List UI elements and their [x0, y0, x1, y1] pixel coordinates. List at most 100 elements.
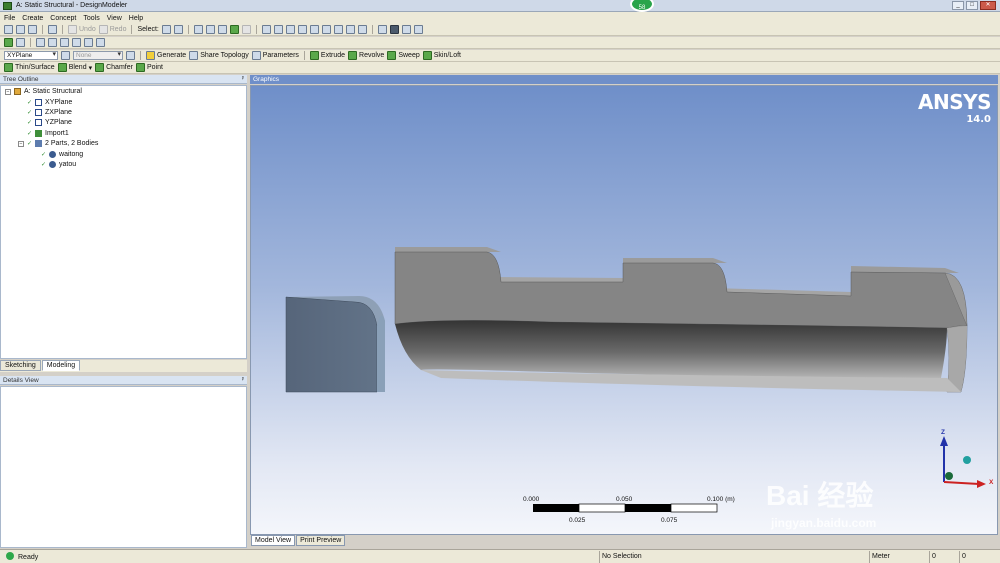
share-topology-button[interactable]: Share Topology: [189, 51, 249, 60]
sketch-select[interactable]: None: [73, 51, 123, 60]
save-as-icon[interactable]: [28, 25, 37, 34]
details-view: [0, 386, 247, 548]
tree-item-body-yatou[interactable]: ✓ yatou: [41, 161, 76, 168]
import-icon: [35, 130, 43, 137]
chamfer-icon: [95, 63, 105, 72]
redo-button[interactable]: Redo: [98, 25, 126, 34]
tree-item-body-waitong[interactable]: ✓ waitong: [41, 151, 83, 158]
pan-icon[interactable]: [273, 25, 283, 34]
rotate-icon[interactable]: [261, 25, 271, 34]
parameters-button[interactable]: Parameters: [251, 51, 299, 60]
point-button[interactable]: Point: [135, 63, 163, 72]
magnifier-icon[interactable]: [321, 25, 331, 34]
body-yatou[interactable]: [285, 296, 385, 393]
select-faces-icon[interactable]: [217, 25, 227, 34]
box-select-icon[interactable]: [16, 38, 25, 47]
plane-select[interactable]: XYPlane: [4, 51, 58, 60]
tab-modeling[interactable]: Modeling: [41, 360, 81, 371]
thin-surface-button[interactable]: Thin/Surface: [4, 63, 55, 72]
plane-icon: [35, 119, 43, 126]
tree-item-import1[interactable]: ✓ Import1: [27, 130, 69, 137]
select-filter-icon[interactable]: [173, 25, 183, 34]
plane-from-axis-icon[interactable]: [60, 38, 69, 47]
status-units[interactable]: Meter: [872, 552, 890, 562]
sweep-icon: [387, 51, 397, 60]
next-view-icon[interactable]: [345, 25, 355, 34]
check-icon: ✓: [41, 152, 47, 158]
pin-icon[interactable]: ᵖ: [242, 75, 244, 84]
pin-icon[interactable]: ᵖ: [242, 376, 244, 385]
chamfer-button[interactable]: Chamfer: [95, 63, 133, 72]
body-waitong[interactable]: [394, 247, 968, 393]
axis-triad[interactable]: [940, 436, 986, 488]
minimize-button[interactable]: _: [952, 1, 964, 10]
generate-button[interactable]: Generate: [146, 51, 186, 60]
extrude-button[interactable]: Extrude: [309, 51, 345, 60]
scale-label-100: 0.100 (m): [707, 496, 735, 503]
details-view-header: Details View ᵖ: [0, 376, 247, 385]
app-icon: [3, 1, 12, 10]
new-icon[interactable]: [4, 25, 13, 34]
watermark-logo: Bai 经验: [766, 480, 874, 511]
box-zoom-icon[interactable]: [297, 25, 307, 34]
isometric-icon[interactable]: [357, 25, 367, 34]
menu-view[interactable]: View: [107, 15, 122, 22]
ready-icon: [6, 552, 14, 560]
plane-offset-icon[interactable]: [72, 38, 81, 47]
tab-model-view[interactable]: Model View: [251, 535, 296, 546]
menu-help[interactable]: Help: [129, 15, 143, 22]
status-ready: Ready: [6, 552, 38, 562]
face-color-icon[interactable]: [4, 38, 13, 47]
graphics-viewport[interactable]: ANSYS 14.0 0.000 0.050 0.100 (m) 0.025 0…: [250, 85, 998, 535]
collapse-icon[interactable]: −: [18, 140, 24, 147]
scale-bar: [533, 503, 718, 513]
undo-button[interactable]: Undo: [68, 25, 96, 34]
menu-tools[interactable]: Tools: [83, 15, 99, 22]
extend-selection-icon[interactable]: [241, 25, 251, 34]
menu-concept[interactable]: Concept: [50, 15, 76, 22]
look-at-icon[interactable]: [413, 25, 423, 34]
active-plane-toolbar: [0, 37, 1000, 49]
tab-print-preview[interactable]: Print Preview: [296, 535, 346, 546]
display-model-icon[interactable]: [389, 25, 399, 34]
display-points-icon[interactable]: [401, 25, 411, 34]
model-canvas[interactable]: [251, 86, 998, 535]
select-bodies-icon[interactable]: [229, 25, 239, 34]
lightning-icon: [146, 51, 155, 60]
new-plane-button-icon[interactable]: [61, 51, 70, 60]
revolve-icon: [348, 51, 358, 60]
blend-button[interactable]: Blend ▾: [57, 63, 92, 72]
new-sketch-button-icon[interactable]: [126, 51, 135, 60]
tab-sketching[interactable]: Sketching: [0, 360, 41, 371]
display-plane-icon[interactable]: [377, 25, 387, 34]
tree-item-zxplane[interactable]: ✓ ZXPlane: [27, 109, 72, 116]
status-value-2: 0: [962, 553, 966, 560]
previous-view-icon[interactable]: [333, 25, 343, 34]
new-sketch-icon[interactable]: [96, 38, 105, 47]
tree-item-parts[interactable]: − ✓ 2 Parts, 2 Bodies: [18, 140, 98, 147]
select-edges-icon[interactable]: [205, 25, 215, 34]
revolve-button[interactable]: Revolve: [348, 51, 384, 60]
window-title: A: Static Structural - DesignModeler: [16, 2, 128, 9]
plane-rotate-icon[interactable]: [84, 38, 93, 47]
tree-root[interactable]: − A: Static Structural: [5, 88, 82, 95]
menu-create[interactable]: Create: [22, 15, 43, 22]
zoom-fit-icon[interactable]: [309, 25, 319, 34]
thin-surface-icon: [4, 63, 13, 72]
menu-file[interactable]: File: [4, 15, 15, 22]
screenshot-icon[interactable]: [48, 25, 57, 34]
zoom-icon[interactable]: [285, 25, 295, 34]
select-points-icon[interactable]: [193, 25, 203, 34]
save-icon[interactable]: [16, 25, 25, 34]
maximize-button[interactable]: □: [966, 1, 978, 10]
close-button[interactable]: ✕: [980, 1, 996, 10]
collapse-icon[interactable]: −: [5, 88, 11, 95]
tree-item-yzplane[interactable]: ✓ YZPlane: [27, 119, 72, 126]
new-plane-icon[interactable]: [36, 38, 45, 47]
select-mode-icon[interactable]: [161, 25, 171, 34]
plane-from-face-icon[interactable]: [48, 38, 57, 47]
point-icon: [135, 63, 145, 72]
skin-loft-button[interactable]: Skin/Loft: [422, 51, 461, 60]
sweep-button[interactable]: Sweep: [387, 51, 420, 60]
tree-item-xyplane[interactable]: ✓ XYPlane: [27, 99, 72, 106]
